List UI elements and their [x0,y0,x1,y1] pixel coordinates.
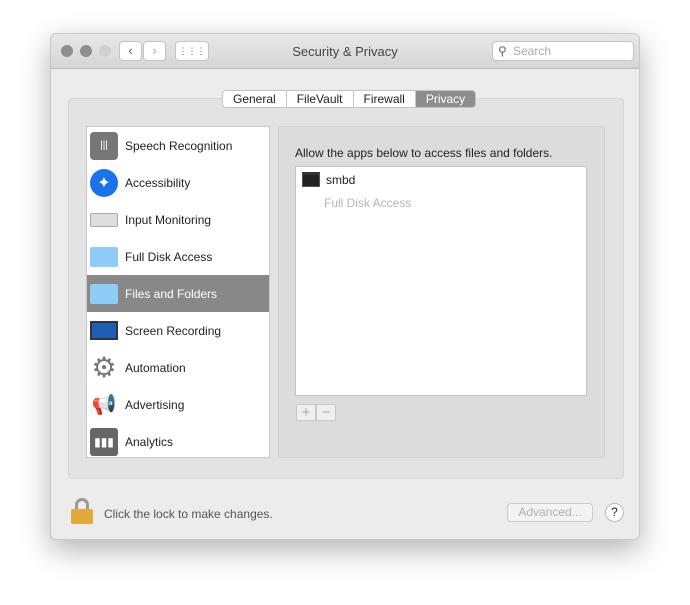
sidebar-item-accessibility[interactable]: ✦ Accessibility [87,164,269,201]
bar-chart-icon: ▮▮▮ [90,427,118,456]
lock-message: Click the lock to make changes. [104,507,273,521]
folder-icon [90,280,118,308]
search-input[interactable]: ⚲ Search [492,41,634,61]
tab-general[interactable]: General [223,91,287,107]
remove-button[interactable]: − [316,404,336,421]
tab-bar: General FileVault Firewall Privacy [222,90,477,108]
item-label: Analytics [125,434,174,449]
search-placeholder: Search [513,44,552,58]
privacy-category-list: ||| Speech Recognition ✦ Accessibility Inp… [86,126,270,458]
sidebar-item-speech-recognition[interactable]: ||| Speech Recognition [87,127,269,164]
app-permission-sub[interactable]: Full Disk Access [324,196,411,210]
tab-privacy[interactable]: Privacy [415,91,476,107]
sidebar-item-advertising[interactable]: 📢 Advertising [87,386,269,423]
item-label: Files and Folders [125,286,218,301]
display-icon [90,317,118,345]
app-row-smbd[interactable]: smbd [302,172,355,187]
sidebar-item-analytics[interactable]: ▮▮▮ Analytics [87,423,269,460]
add-button[interactable]: + [296,404,316,421]
help-button[interactable]: ? [605,503,624,522]
app-list: smbd Full Disk Access [295,166,587,396]
advanced-button[interactable]: Advanced... [507,503,593,522]
sidebar-item-screen-recording[interactable]: Screen Recording [87,312,269,349]
accessibility-icon: ✦ [90,168,118,197]
item-label: Screen Recording [125,323,222,338]
item-label: Input Monitoring [125,212,212,227]
description-label: Allow the apps below to access files and… [295,146,553,160]
terminal-icon [302,172,320,187]
lock-icon[interactable] [71,498,93,524]
sidebar-item-input-monitoring[interactable]: Input Monitoring [87,201,269,238]
item-label: Speech Recognition [125,138,233,153]
sidebar-item-files-and-folders[interactable]: Files and Folders [87,275,269,312]
search-icon: ⚲ [498,44,507,58]
detail-pane: Allow the apps below to access files and… [278,126,605,458]
tab-firewall[interactable]: Firewall [354,91,416,107]
keyboard-icon [90,206,118,234]
title-bar: ‹ › ⋮⋮⋮ Security & Privacy ⚲ Search [51,34,639,69]
gear-icon: ⚙ [91,352,117,383]
item-label: Advertising [125,397,185,412]
app-name: smbd [326,172,356,187]
folder-icon [90,243,118,271]
waveform-icon: ||| [90,131,118,160]
sidebar-item-full-disk-access[interactable]: Full Disk Access [87,238,269,275]
tab-filevault[interactable]: FileVault [287,91,354,107]
preferences-window: ‹ › ⋮⋮⋮ Security & Privacy ⚲ Search Gener… [50,33,640,540]
item-label: Full Disk Access [125,249,213,264]
megaphone-icon: 📢 [91,394,117,416]
sidebar-item-automation[interactable]: ⚙ Automation [87,349,269,386]
item-label: Accessibility [125,175,191,190]
item-label: Automation [125,360,186,375]
